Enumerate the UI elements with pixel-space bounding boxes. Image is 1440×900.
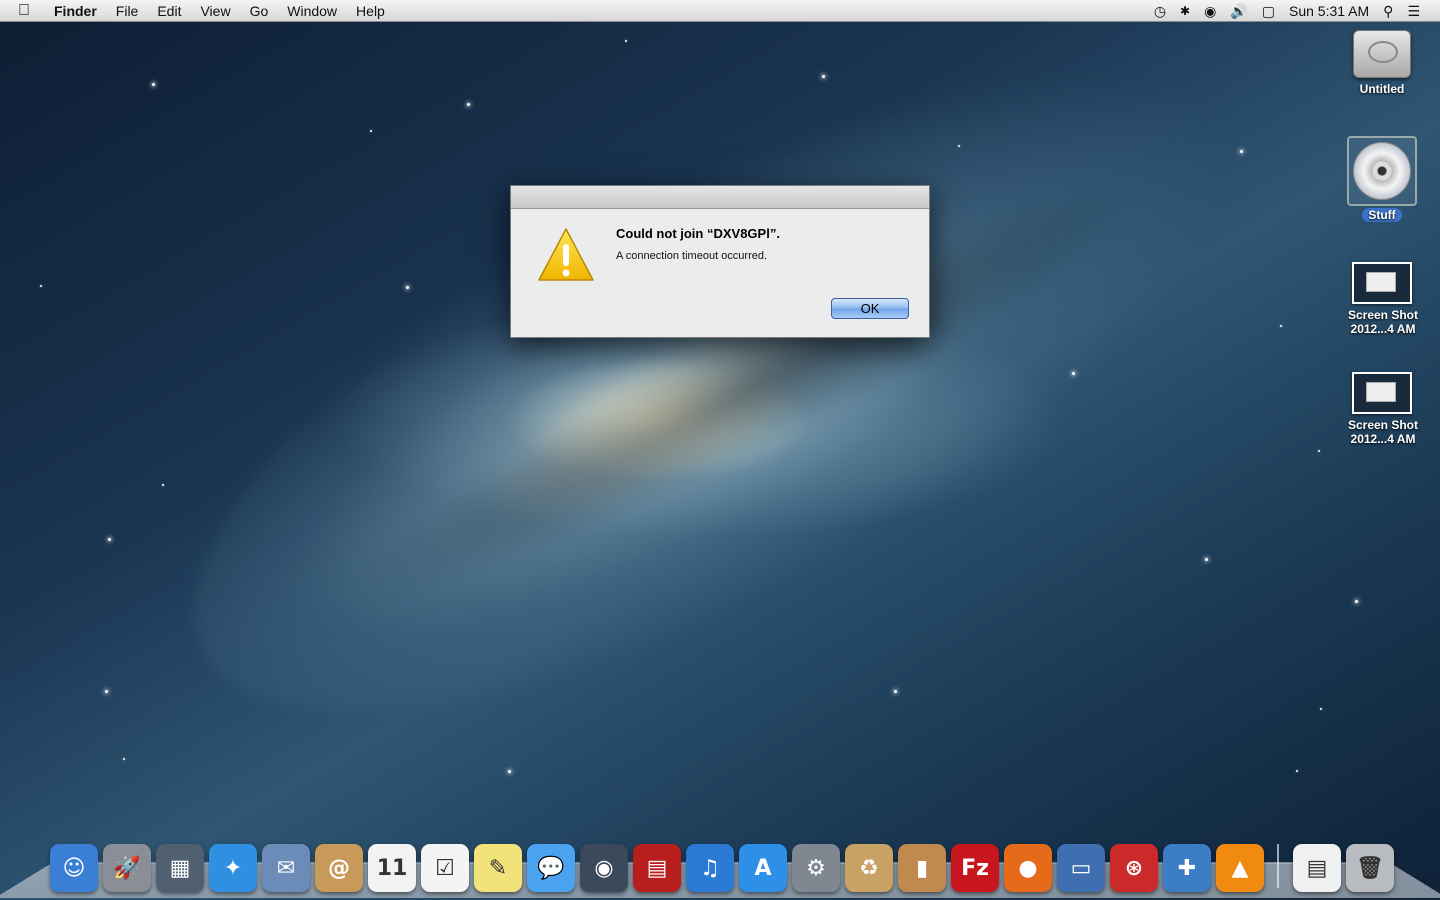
star — [625, 40, 627, 42]
mission-control-icon[interactable]: ▦ — [156, 844, 204, 892]
star — [467, 103, 470, 106]
star — [822, 75, 825, 78]
menu-edit[interactable]: Edit — [157, 3, 181, 19]
desktop-icon-untitled[interactable]: Untitled — [1337, 30, 1427, 96]
menu-view[interactable]: View — [200, 3, 230, 19]
star — [894, 690, 897, 693]
desktop-icon-label: Stuff — [1362, 208, 1402, 222]
vlc-icon[interactable]: ▲ — [1216, 844, 1264, 892]
warning-icon — [538, 228, 594, 281]
desktop-icon-label: Screen Shot 2012...4 AM — [1347, 308, 1419, 336]
notification-center-icon[interactable]: ☰ — [1407, 3, 1420, 20]
archive-utility-icon[interactable]: ♻ — [845, 844, 893, 892]
dock: ☺ 🚀 ▦ ✦ ✉ @11 ☑ ✎ 💬 ◉ ▤ ♫ A ⚙ ♻ ▮ Fz ● ▭ ⊛ ✚ ▲ ▤ 🗑 — [50, 834, 1399, 892]
star — [958, 145, 960, 147]
photo-booth-icon[interactable]: ▤ — [633, 844, 681, 892]
firefox-icon[interactable]: ● — [1004, 844, 1052, 892]
menu-file[interactable]: File — [116, 3, 139, 19]
star — [123, 758, 125, 760]
disk-utility-icon[interactable]: ⊛ — [1110, 844, 1158, 892]
star — [108, 538, 111, 541]
menu-help[interactable]: Help — [356, 3, 385, 19]
launchpad-icon[interactable]: 🚀 — [103, 844, 151, 892]
spotlight-icon[interactable]: ⚲ — [1383, 3, 1393, 20]
alert-dialog: Could not join “DXV8GPl”. A connection t… — [510, 185, 930, 338]
safari-icon[interactable]: ✦ — [209, 844, 257, 892]
star — [370, 130, 372, 132]
dialog-message: A connection timeout occurred. — [616, 250, 768, 262]
star — [162, 484, 164, 486]
desktop-icon-screenshot-1[interactable]: Screen Shot 2012...4 AM — [1337, 262, 1427, 336]
notes-icon[interactable]: ✎ — [474, 844, 522, 892]
app-store-icon[interactable]: A — [739, 844, 787, 892]
desktop-icon-stuff[interactable]: Stuff — [1337, 136, 1427, 222]
system-preferences-icon[interactable]: ⚙ — [792, 844, 840, 892]
ok-button[interactable]: OK — [831, 298, 909, 319]
star — [1318, 450, 1320, 452]
volume-icon[interactable]: 🔊 — [1230, 3, 1247, 20]
mail-icon[interactable]: ✉ — [262, 844, 310, 892]
menu-window[interactable]: Window — [287, 3, 337, 19]
desktop-icon-screenshot-2[interactable]: Screen Shot 2012...4 AM — [1337, 372, 1427, 446]
star — [152, 83, 155, 86]
automator-icon[interactable]: ✚ — [1163, 844, 1211, 892]
star — [1205, 558, 1208, 561]
messages-icon[interactable]: 💬 — [527, 844, 575, 892]
document-stack-icon[interactable]: ▤ — [1293, 844, 1341, 892]
star — [1280, 325, 1282, 327]
battery-icon[interactable]: ▢ — [1262, 3, 1275, 20]
screenshot-file-icon — [1352, 372, 1412, 414]
dialog-titlebar[interactable] — [511, 186, 929, 209]
trash-icon[interactable]: 🗑 — [1346, 844, 1394, 892]
bluetooth-icon[interactable]: ✱ — [1180, 4, 1190, 18]
finder-icon[interactable]: ☺ — [50, 844, 98, 892]
desktop-icon-label: Screen Shot 2012...4 AM — [1347, 418, 1419, 446]
calendar-icon[interactable]: 11 — [368, 844, 416, 892]
reminders-icon[interactable]: ☑ — [421, 844, 469, 892]
itunes-icon[interactable]: ♫ — [686, 844, 734, 892]
menu-extras: ◷ ✱ ◉ 🔊 ▢ Sun 5:31 AM ⚲ ☰ — [1154, 0, 1440, 22]
desktop-icon-label: Untitled — [1359, 82, 1405, 96]
star — [1355, 600, 1358, 603]
hard-drive-icon — [1353, 30, 1411, 78]
star — [406, 286, 409, 289]
star — [1072, 372, 1075, 375]
filezilla-icon[interactable]: Fz — [951, 844, 999, 892]
clock[interactable]: Sun 5:31 AM — [1289, 3, 1369, 19]
wifi-icon[interactable]: ◉ — [1204, 3, 1216, 20]
remote-desktop-icon[interactable]: ▭ — [1057, 844, 1105, 892]
menu-go[interactable]: Go — [250, 3, 269, 19]
dock-separator — [1277, 844, 1279, 888]
star — [1296, 770, 1298, 772]
cd-disc-icon — [1353, 142, 1411, 200]
star — [1240, 150, 1243, 153]
apple-icon[interactable]:  — [18, 2, 38, 20]
contacts-icon[interactable]: @ — [315, 844, 363, 892]
star — [1320, 708, 1322, 710]
time-machine-icon[interactable]: ◷ — [1154, 3, 1166, 20]
star — [508, 770, 511, 773]
facetime-icon[interactable]: ◉ — [580, 844, 628, 892]
dialog-title: Could not join “DXV8GPl”. — [616, 226, 780, 241]
menu-app-finder[interactable]: Finder — [54, 3, 97, 19]
compress-icon[interactable]: ▮ — [898, 844, 946, 892]
screenshot-file-icon — [1352, 262, 1412, 304]
menu-bar:  Finder File Edit View Go Window Help ◷… — [0, 0, 1440, 22]
star — [40, 285, 42, 287]
star — [105, 690, 108, 693]
